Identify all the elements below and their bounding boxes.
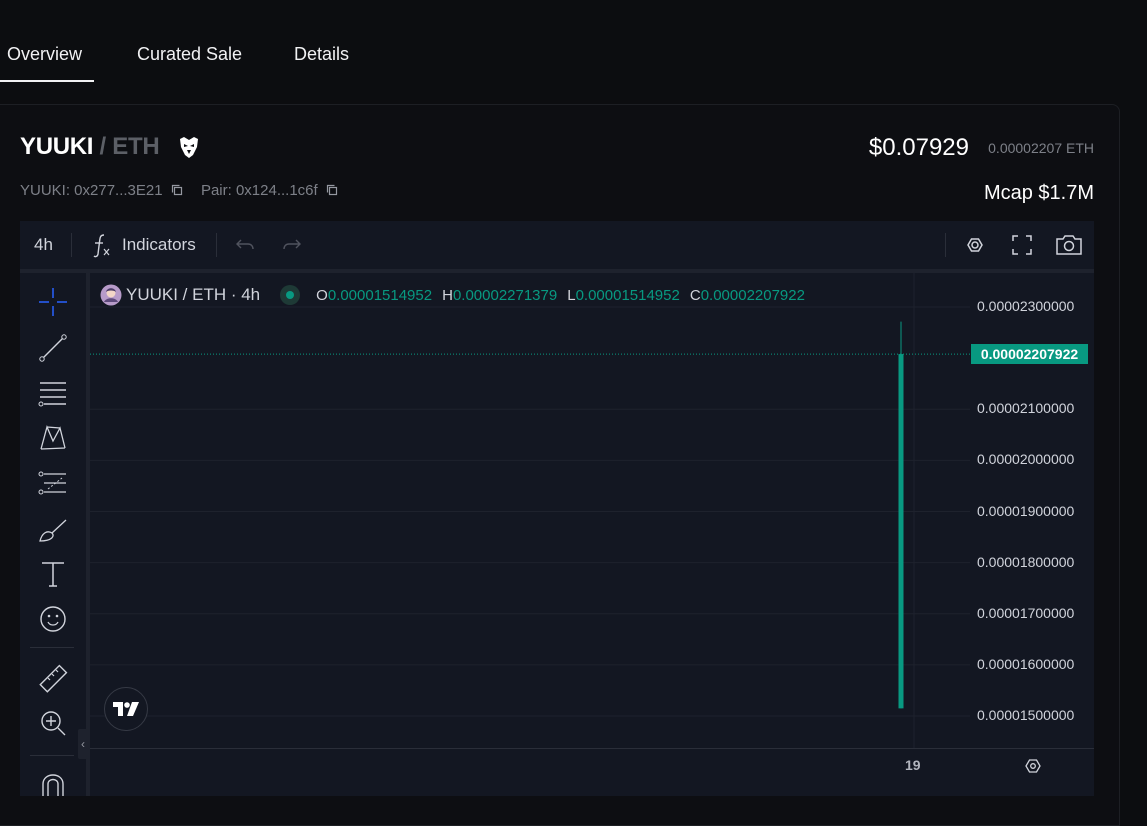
settings-button[interactable]	[960, 221, 990, 269]
pair-base: YUUKI	[20, 133, 94, 160]
token-avatar-icon	[100, 284, 122, 306]
y-tick-label: 0.00001600000	[977, 655, 1075, 672]
tradingview-logo-button[interactable]	[104, 687, 148, 731]
copy-pair-icon[interactable]	[326, 184, 338, 196]
emoji-icon[interactable]	[36, 602, 70, 636]
redo-button[interactable]	[280, 221, 304, 269]
copy-token-icon[interactable]	[171, 184, 183, 196]
legend-low-label: L	[567, 286, 576, 304]
legend-high-label: H	[442, 286, 453, 304]
price-usd: $0.07929	[868, 134, 969, 161]
legend-open: 0.00001514952	[327, 286, 433, 304]
price-eth: 0.00002207 ETH	[988, 140, 1094, 156]
legend-close-label: C	[689, 286, 701, 304]
legend-open-label: O	[316, 286, 328, 304]
candle-body	[898, 354, 904, 709]
chart-widget: 4h Indicators YUUKI / ETH · 4h O 0.00001…	[20, 221, 1094, 796]
indicators-button[interactable]: Indicators	[92, 221, 196, 269]
brush-icon[interactable]	[36, 512, 70, 546]
undo-icon	[236, 239, 254, 250]
redo-icon	[283, 239, 301, 250]
fullscreen-button[interactable]	[1008, 221, 1036, 269]
y-tick-label: 0.00001500000	[977, 707, 1075, 723]
fullscreen-icon	[1012, 235, 1032, 255]
y-tick-label: 0.00001700000	[977, 604, 1075, 621]
token-address: YUUKI: 0x277...3E21	[20, 182, 163, 199]
price-plot[interactable]: YUUKI / ETH · 4h O 0.00001514952 H 0.00002…	[90, 273, 1094, 748]
legend-close: 0.00002207922	[700, 286, 805, 304]
ruler-icon[interactable]	[36, 662, 70, 696]
fib-retracement-icon[interactable]	[36, 467, 70, 501]
function-icon	[93, 234, 110, 258]
pattern-icon[interactable]	[36, 421, 70, 455]
tab-overview[interactable]: Overview	[0, 44, 95, 82]
crosshair-icon[interactable]	[36, 285, 70, 319]
text-icon[interactable]	[36, 557, 70, 591]
chart-toolbar: 4h Indicators	[20, 221, 1094, 273]
screenshot-button[interactable]	[1054, 221, 1084, 269]
horizontal-lines-icon[interactable]	[36, 376, 70, 410]
undo-button[interactable]	[233, 221, 257, 269]
market-status-icon	[280, 285, 301, 305]
settings-icon	[967, 238, 983, 252]
y-tick-label: 0.00001800000	[977, 553, 1075, 570]
trend-line-icon[interactable]	[36, 331, 70, 365]
time-axis[interactable]: 19	[90, 748, 1094, 781]
drawing-toolbar	[20, 273, 90, 796]
tab-curated-sale[interactable]: Curated Sale	[137, 44, 242, 65]
tradingview-logo-icon	[113, 702, 139, 716]
legend-high: 0.00002271379	[452, 286, 558, 304]
collapse-toolbar-button[interactable]: ‹	[78, 729, 88, 759]
axis-settings-icon[interactable]	[1022, 755, 1044, 777]
ohlc-legend: YUUKI / ETH · 4h O 0.00001514952 H 0.00002…	[100, 284, 805, 306]
eagle-icon	[180, 137, 198, 158]
pair-address: Pair: 0x124...1c6f	[200, 182, 318, 199]
y-tick-label: 0.00002100000	[977, 400, 1075, 417]
y-tick-label: 0.00002000000	[977, 451, 1075, 468]
indicators-label: Indicators	[122, 235, 196, 254]
plot-canvas	[90, 273, 970, 748]
y-tick-label: 0.00002300000	[977, 298, 1075, 314]
last-price-tag: 0.00002207922	[971, 344, 1088, 365]
legend-symbol: YUUKI / ETH · 4h	[126, 285, 261, 304]
pair-quote: ETH	[112, 133, 160, 160]
zoom-in-icon[interactable]	[36, 706, 70, 740]
camera-icon	[1056, 235, 1082, 255]
pair-separator: /	[93, 133, 113, 160]
magnet-icon[interactable]	[36, 768, 70, 796]
address-row: YUUKI: 0x277...3E21 Pair: 0x124...1c6f	[20, 182, 352, 199]
interval-button[interactable]: 4h	[34, 221, 53, 269]
pair-title: YUUKI / ETH	[20, 133, 160, 161]
market-cap: Mcap $1.7M	[983, 182, 1094, 204]
y-tick-label: 0.00001900000	[977, 502, 1075, 519]
x-tick-label: 19	[905, 757, 921, 773]
tab-details[interactable]: Details	[294, 44, 349, 65]
legend-low: 0.00001514952	[575, 286, 680, 304]
